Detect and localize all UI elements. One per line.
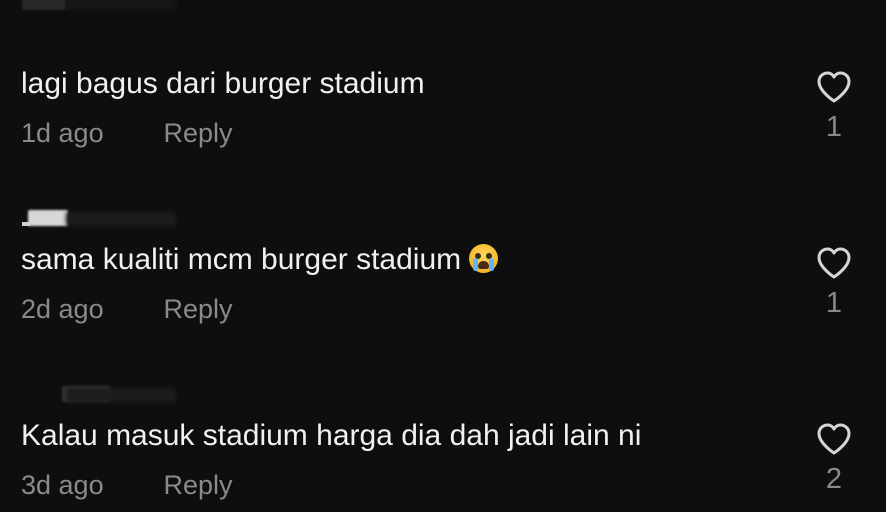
- like-count: 1: [825, 287, 843, 319]
- reply-button[interactable]: Reply: [164, 292, 233, 326]
- comment-item: lagi bagus dari burger stadium 1d ago Re…: [0, 0, 886, 176]
- reply-button[interactable]: Reply: [164, 116, 233, 150]
- comment-item: sama kualiti mcm burger stadium 2d ago R…: [0, 176, 886, 352]
- like-button[interactable]: 2: [812, 422, 856, 494]
- comment-text: Kalau masuk stadium harga dia dah jadi l…: [21, 419, 642, 452]
- username-redacted[interactable]: [22, 210, 182, 230]
- comment-text-content: sama kualiti mcm burger stadium: [21, 243, 462, 276]
- comment-timestamp: 3d ago: [21, 470, 104, 500]
- like-count: 1: [825, 111, 843, 143]
- comment-timestamp: 2d ago: [21, 294, 104, 324]
- like-button[interactable]: 1: [812, 246, 856, 318]
- heart-icon: [817, 247, 851, 279]
- comment-meta: 3d ago Reply: [21, 468, 233, 502]
- comment-text: sama kualiti mcm burger stadium: [21, 242, 499, 278]
- username-redacted[interactable]: [22, 0, 182, 14]
- comment-meta: 2d ago Reply: [21, 292, 233, 326]
- username-redacted[interactable]: [22, 386, 182, 406]
- comment-item: Kalau masuk stadium harga dia dah jadi l…: [0, 352, 886, 512]
- comment-list: lagi bagus dari burger stadium 1d ago Re…: [0, 0, 886, 512]
- heart-icon: [817, 71, 851, 103]
- heart-icon: [817, 423, 851, 455]
- like-button[interactable]: 1: [812, 70, 856, 142]
- comment-text: lagi bagus dari burger stadium: [21, 67, 425, 100]
- comment-timestamp: 1d ago: [21, 118, 104, 148]
- like-count: 2: [825, 463, 843, 495]
- comment-meta: 1d ago Reply: [21, 116, 233, 150]
- reply-button[interactable]: Reply: [164, 468, 233, 502]
- loudly-crying-face-icon: [469, 244, 499, 273]
